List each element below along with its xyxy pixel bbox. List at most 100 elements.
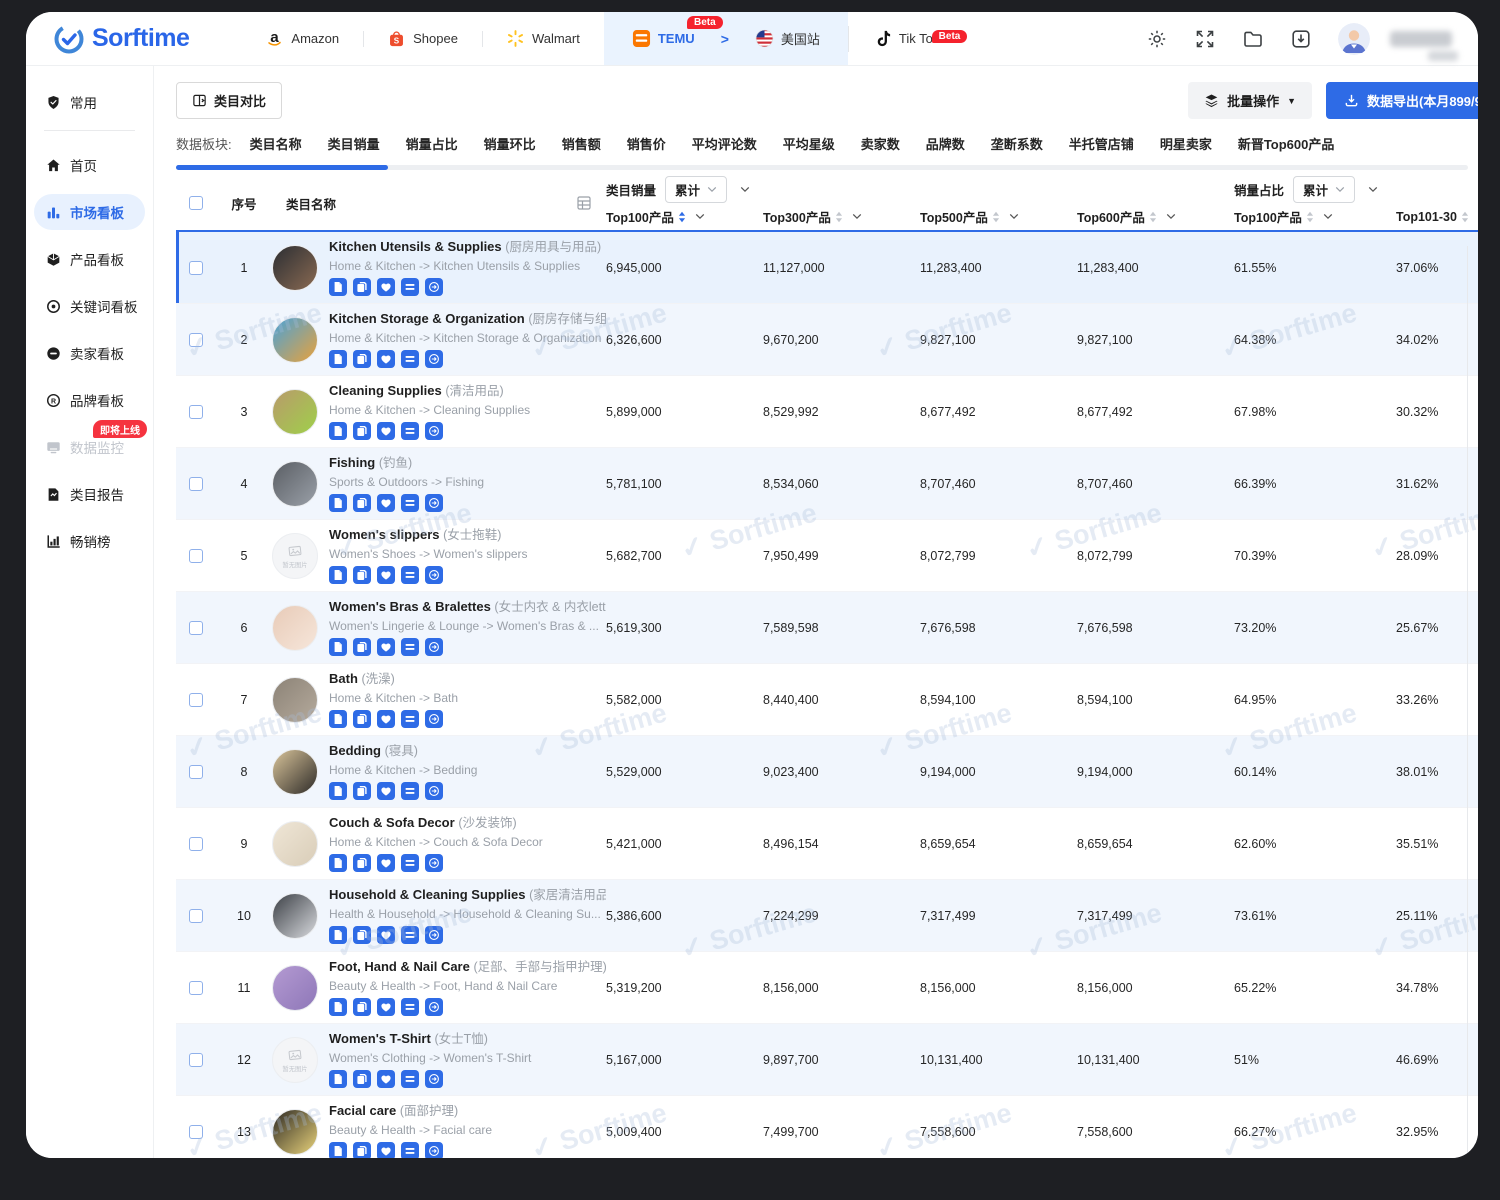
- folder-icon[interactable]: [1242, 28, 1264, 50]
- column-display-icon[interactable]: [576, 195, 592, 211]
- chevron-down-icon[interactable]: [1166, 213, 1176, 220]
- batch-actions-button[interactable]: 批量操作 ▼: [1188, 82, 1312, 119]
- sort-icon[interactable]: [1149, 211, 1157, 223]
- temu-link-icon[interactable]: [401, 278, 419, 296]
- table-row[interactable]: 12 暂无图片 Women's T-Shirt (女士T恤) Women's C…: [176, 1024, 1478, 1096]
- table-row[interactable]: 5 暂无图片 Women's slippers (女士拖鞋) Women's S…: [176, 520, 1478, 592]
- copy-icon[interactable]: [353, 926, 371, 944]
- open-link-icon[interactable]: [425, 350, 443, 368]
- favorite-heart-icon[interactable]: [377, 278, 395, 296]
- temu-link-icon[interactable]: [401, 494, 419, 512]
- report-icon[interactable]: [329, 1142, 347, 1158]
- sidebar-item-卖家看板[interactable]: 卖家看板: [34, 335, 145, 371]
- report-icon[interactable]: [329, 278, 347, 296]
- copy-icon[interactable]: [353, 566, 371, 584]
- marketplace-tab-美国站[interactable]: 美国站: [731, 12, 844, 65]
- data-module-tab-类目名称[interactable]: 类目名称: [250, 134, 302, 153]
- sidebar-item-关键词看板[interactable]: 关键词看板: [34, 288, 145, 324]
- sidebar-item-类目报告[interactable]: 类目报告: [34, 476, 145, 512]
- select-all-checkbox[interactable]: [189, 196, 203, 210]
- copy-icon[interactable]: [353, 638, 371, 656]
- row-checkbox[interactable]: [189, 1053, 203, 1067]
- share-filter-select[interactable]: 累计: [1293, 176, 1355, 203]
- sidebar-item-数据监控[interactable]: 数据监控 即将上线: [34, 429, 145, 465]
- table-row[interactable]: 4 Fishing (钓鱼) Sports & Outdoors -> Fish…: [176, 448, 1478, 520]
- table-row[interactable]: 11 Foot, Hand & Nail Care (足部、手部与指甲护理) B…: [176, 952, 1478, 1024]
- data-module-tab-新晋top600产品[interactable]: 新晋Top600产品: [1238, 134, 1335, 153]
- sales-filter-select[interactable]: 累计: [665, 176, 727, 203]
- table-row[interactable]: 8 Bedding (寝具) Home & Kitchen -> Bedding: [176, 736, 1478, 808]
- report-icon[interactable]: [329, 566, 347, 584]
- copy-icon[interactable]: [353, 422, 371, 440]
- fullscreen-icon[interactable]: [1194, 28, 1216, 50]
- open-link-icon[interactable]: [425, 1070, 443, 1088]
- row-checkbox[interactable]: [189, 837, 203, 851]
- table-row[interactable]: 6 Women's Bras & Bralettes (女士内衣 & 内衣let…: [176, 592, 1478, 664]
- sidebar-item-市场看板[interactable]: 市场看板: [34, 194, 145, 230]
- share-group-collapse-icon[interactable]: [1368, 186, 1378, 193]
- report-icon[interactable]: [329, 1070, 347, 1088]
- sidebar-item-首页[interactable]: 首页: [34, 147, 145, 183]
- sort-icon[interactable]: [1306, 211, 1314, 223]
- favorite-heart-icon[interactable]: [377, 710, 395, 728]
- temu-link-icon[interactable]: [401, 854, 419, 872]
- data-module-tab-明星卖家[interactable]: 明星卖家: [1160, 134, 1212, 153]
- row-checkbox[interactable]: [189, 261, 203, 275]
- data-module-tab-品牌数[interactable]: 品牌数: [926, 134, 965, 153]
- temu-link-icon[interactable]: [401, 350, 419, 368]
- data-module-tab-销量环比[interactable]: 销量环比: [484, 134, 536, 153]
- copy-icon[interactable]: [353, 278, 371, 296]
- marketplace-tab-temu[interactable]: TEMU Beta: [608, 12, 719, 65]
- table-row[interactable]: 2 Kitchen Storage & Organization (厨房存储与组…: [176, 304, 1478, 376]
- temu-link-icon[interactable]: [401, 926, 419, 944]
- marketplace-tab-walmart[interactable]: Walmart: [482, 12, 604, 65]
- sidebar-item-畅销榜[interactable]: 畅销榜: [34, 523, 145, 559]
- column-header-top101-30[interactable]: Top101-30: [1396, 210, 1478, 224]
- row-checkbox[interactable]: [189, 765, 203, 779]
- column-header-top100产品[interactable]: Top100产品: [1234, 207, 1396, 226]
- favorite-heart-icon[interactable]: [377, 638, 395, 656]
- report-icon[interactable]: [329, 638, 347, 656]
- copy-icon[interactable]: [353, 998, 371, 1016]
- chevron-down-icon[interactable]: [852, 213, 862, 220]
- favorite-heart-icon[interactable]: [377, 998, 395, 1016]
- temu-link-icon[interactable]: [401, 566, 419, 584]
- favorite-heart-icon[interactable]: [377, 854, 395, 872]
- temu-link-icon[interactable]: [401, 1070, 419, 1088]
- chevron-down-icon[interactable]: [1323, 213, 1333, 220]
- open-link-icon[interactable]: [425, 566, 443, 584]
- data-module-tab-半托管店铺[interactable]: 半托管店铺: [1069, 134, 1134, 153]
- report-icon[interactable]: [329, 854, 347, 872]
- row-checkbox[interactable]: [189, 981, 203, 995]
- open-link-icon[interactable]: [425, 998, 443, 1016]
- chevron-down-icon[interactable]: [695, 213, 705, 220]
- row-checkbox[interactable]: [189, 1125, 203, 1139]
- sidebar-item-品牌看板[interactable]: R 品牌看板: [34, 382, 145, 418]
- open-link-icon[interactable]: [425, 854, 443, 872]
- open-link-icon[interactable]: [425, 638, 443, 656]
- settings-gear-icon[interactable]: [1146, 28, 1168, 50]
- favorite-heart-icon[interactable]: [377, 782, 395, 800]
- report-icon[interactable]: [329, 710, 347, 728]
- data-module-tab-卖家数[interactable]: 卖家数: [861, 134, 900, 153]
- table-row[interactable]: 10 Household & Cleaning Supplies (家居清洁用品…: [176, 880, 1478, 952]
- favorite-heart-icon[interactable]: [377, 1142, 395, 1158]
- copy-icon[interactable]: [353, 782, 371, 800]
- temu-link-icon[interactable]: [401, 1142, 419, 1158]
- data-module-tab-类目销量[interactable]: 类目销量: [328, 134, 380, 153]
- sales-group-collapse-icon[interactable]: [740, 186, 750, 193]
- horizontal-scrollbar-thumb[interactable]: [176, 165, 388, 170]
- data-module-tab-平均星级[interactable]: 平均星级: [783, 134, 835, 153]
- data-module-tab-销售额[interactable]: 销售额: [562, 134, 601, 153]
- open-link-icon[interactable]: [425, 494, 443, 512]
- copy-icon[interactable]: [353, 494, 371, 512]
- report-icon[interactable]: [329, 350, 347, 368]
- user-avatar[interactable]: [1338, 23, 1370, 55]
- row-checkbox[interactable]: [189, 693, 203, 707]
- temu-link-icon[interactable]: [401, 710, 419, 728]
- category-compare-button[interactable]: 类目对比: [176, 82, 282, 119]
- open-link-icon[interactable]: [425, 1142, 443, 1158]
- row-checkbox[interactable]: [189, 333, 203, 347]
- data-module-tab-销量占比[interactable]: 销量占比: [406, 134, 458, 153]
- copy-icon[interactable]: [353, 350, 371, 368]
